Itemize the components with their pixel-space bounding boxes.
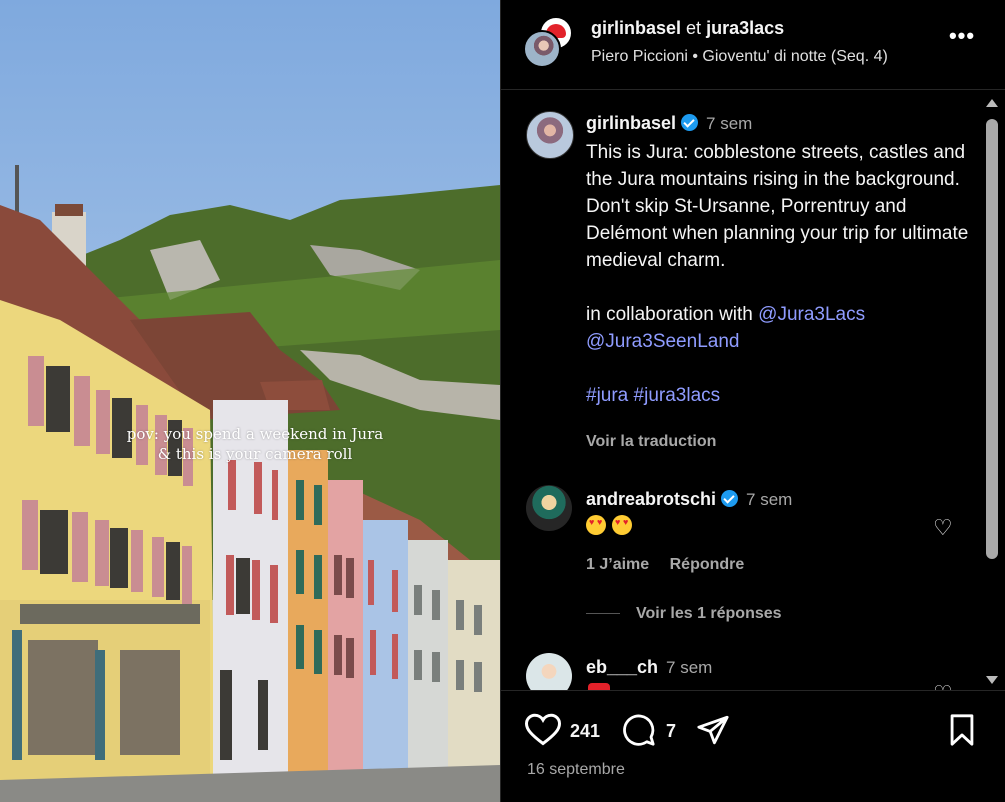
caption-text: This is Jura: cobblestone streets, castl… xyxy=(586,139,971,409)
comment-username[interactable]: eb___ch xyxy=(586,657,658,677)
header-user2[interactable]: jura3lacs xyxy=(706,18,784,38)
caption-username[interactable]: girlinbasel xyxy=(586,113,676,133)
comment-text xyxy=(586,515,638,538)
heart-eyes-emoji-icon xyxy=(612,515,632,535)
replies-divider xyxy=(586,613,620,615)
post-date[interactable]: 16 septembre xyxy=(527,761,625,779)
mention-jura3seenland[interactable]: @Jura3SeenLand xyxy=(586,328,971,355)
comment-author: eb___ch 7 sem xyxy=(586,657,712,678)
header-connector: et xyxy=(686,18,702,38)
header-user1[interactable]: girlinbasel xyxy=(591,18,681,38)
comment-author: andreabrotschi 7 sem xyxy=(586,489,792,510)
see-translation-link[interactable]: Voir la traduction xyxy=(586,433,716,451)
scrollbar-thumb[interactable] xyxy=(986,119,998,559)
avatar-girlinbasel[interactable] xyxy=(523,30,561,68)
heart-eyes-emoji-icon xyxy=(586,515,606,535)
comment-time[interactable]: 7 sem xyxy=(666,658,712,677)
header-usernames: girlinbasel et jura3lacs xyxy=(591,18,784,39)
caption-body: This is Jura: cobblestone streets, castl… xyxy=(586,142,969,271)
view-replies-button[interactable]: Voir les 1 réponses xyxy=(586,605,782,623)
reply-button[interactable]: Répondre xyxy=(670,556,745,573)
more-options-icon[interactable]: ••• xyxy=(947,25,977,56)
comments-scroll-area[interactable]: girlinbasel 7 sem This is Jura: cobblesto… xyxy=(501,91,1005,690)
comment-like-heart-icon[interactable]: ♡ xyxy=(933,515,953,541)
caption-avatar[interactable] xyxy=(526,111,574,159)
caption-author: girlinbasel 7 sem xyxy=(586,113,752,134)
collab-avatars[interactable] xyxy=(523,16,579,72)
comment-meta: 1 J’aime Répondre xyxy=(586,556,760,574)
like-heart-icon[interactable] xyxy=(525,713,561,747)
mention-jura3lacs[interactable]: @Jura3Lacs xyxy=(758,304,865,325)
comment-avatar[interactable] xyxy=(526,653,572,690)
post-media[interactable]: pov: you spend a weekend in Jura & this … xyxy=(0,0,500,802)
verified-badge-icon xyxy=(681,114,699,131)
post-header: girlinbasel et jura3lacs Piero Piccioni … xyxy=(501,0,1005,90)
scrollbar[interactable] xyxy=(983,91,1001,690)
caption-time[interactable]: 7 sem xyxy=(706,114,752,133)
comment-like-heart-icon[interactable]: ♡ xyxy=(933,681,953,690)
action-bar: 241 7 16 septembre xyxy=(501,690,1005,802)
scroll-up-arrow-icon[interactable] xyxy=(986,99,998,107)
overlay-line-1: pov: you spend a weekend in Jura xyxy=(126,425,384,443)
view-replies-label: Voir les 1 réponses xyxy=(636,605,782,622)
video-overlay-caption: pov: you spend a weekend in Jura & this … xyxy=(0,424,500,464)
comment-time[interactable]: 7 sem xyxy=(746,490,792,509)
comment-username[interactable]: andreabrotschi xyxy=(586,489,716,509)
like-count[interactable]: 241 xyxy=(570,721,600,742)
comment-emoji-icon xyxy=(588,683,610,690)
scroll-down-arrow-icon[interactable] xyxy=(986,676,998,684)
share-paper-plane-icon[interactable] xyxy=(695,713,731,747)
audio-track-link[interactable]: Piero Piccioni • Gioventu' di notte (Seq… xyxy=(591,48,888,66)
collab-prefix: in collaboration with xyxy=(586,304,753,325)
overlay-line-2: & this is your camera roll xyxy=(157,445,353,463)
post-sidebar: girlinbasel et jura3lacs Piero Piccioni … xyxy=(500,0,1005,802)
comment-bubble-icon[interactable] xyxy=(621,713,657,747)
caption-hashtags[interactable]: #jura #jura3lacs xyxy=(586,382,971,409)
comment-avatar[interactable] xyxy=(526,485,572,531)
collab-line: in collaboration with @Jura3Lacs xyxy=(586,301,971,328)
street-photo xyxy=(0,0,500,802)
verified-badge-icon xyxy=(721,490,739,507)
comment-likes[interactable]: 1 J’aime xyxy=(586,556,649,573)
save-bookmark-icon[interactable] xyxy=(945,713,979,747)
comment-count: 7 xyxy=(666,721,677,741)
